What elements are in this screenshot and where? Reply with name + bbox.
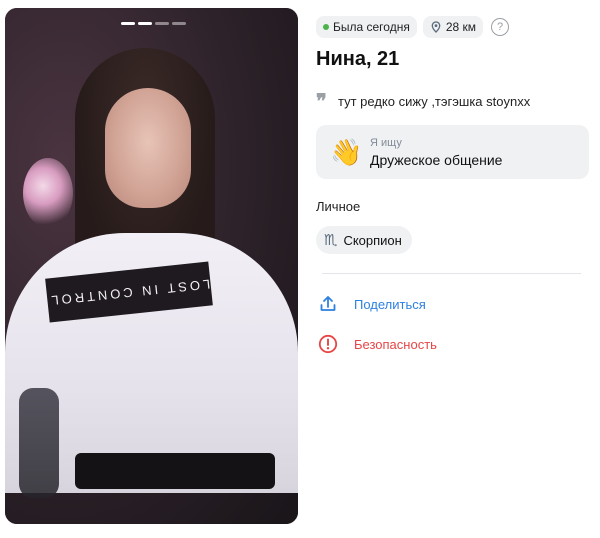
photo-flowers: [23, 158, 73, 228]
online-status-badge: Была сегодня: [316, 16, 417, 38]
zodiac-text: Скорпион: [343, 232, 402, 248]
status-badges: Была сегодня 28 км ?: [316, 16, 592, 38]
looking-for-label: Я ищу: [370, 136, 402, 149]
photo-belt: [75, 453, 275, 489]
divider: [322, 273, 581, 274]
profile-name-age: Нина, 21: [316, 48, 400, 70]
bio-text: тут редко сижу ,тэгэшка stoynxx: [338, 93, 531, 109]
bio: ❞ тут редко сижу ,тэгэшка stoynxx: [316, 91, 592, 111]
looking-for-text: Я ищу Дружеское общение: [370, 137, 502, 168]
quote-icon: ❞: [316, 89, 327, 113]
distance-badge: 28 км: [422, 16, 484, 38]
photo-indicator[interactable]: [138, 22, 152, 25]
question-circle-icon[interactable]: ?: [491, 18, 510, 36]
share-label: Поделиться: [354, 296, 426, 312]
profile-info: Была сегодня 28 км ? Нина, 21 ❞ тут редк…: [316, 16, 592, 354]
scorpio-icon: ♏: [324, 231, 338, 249]
map-pin-icon: [431, 21, 441, 33]
safety-button[interactable]: Безопасность: [318, 334, 592, 354]
profile-photo[interactable]: LOST IN CONTROL: [5, 8, 298, 524]
photo-indicators: [121, 22, 186, 25]
alert-circle-icon: [318, 334, 338, 354]
zodiac-chip: ♏ Скорпион: [316, 226, 412, 254]
photo-indicator[interactable]: [121, 22, 135, 25]
photo-face: [105, 88, 191, 208]
safety-label: Безопасность: [354, 336, 437, 352]
photo-indicator[interactable]: [172, 22, 186, 25]
photo-indicator[interactable]: [155, 22, 169, 25]
online-dot-icon: [323, 24, 329, 30]
looking-for-card: 👋 Я ищу Дружеское общение: [316, 125, 589, 179]
waving-hand-icon: 👋: [330, 137, 363, 167]
photo-tattoo: [19, 388, 59, 498]
distance-text: 28 км: [445, 20, 477, 34]
share-button[interactable]: Поделиться: [318, 294, 592, 314]
share-upload-icon: [320, 296, 336, 311]
personal-section-label: Личное: [316, 199, 361, 214]
looking-for-value: Дружеское общение: [370, 151, 503, 168]
online-status-text: Была сегодня: [333, 20, 410, 34]
